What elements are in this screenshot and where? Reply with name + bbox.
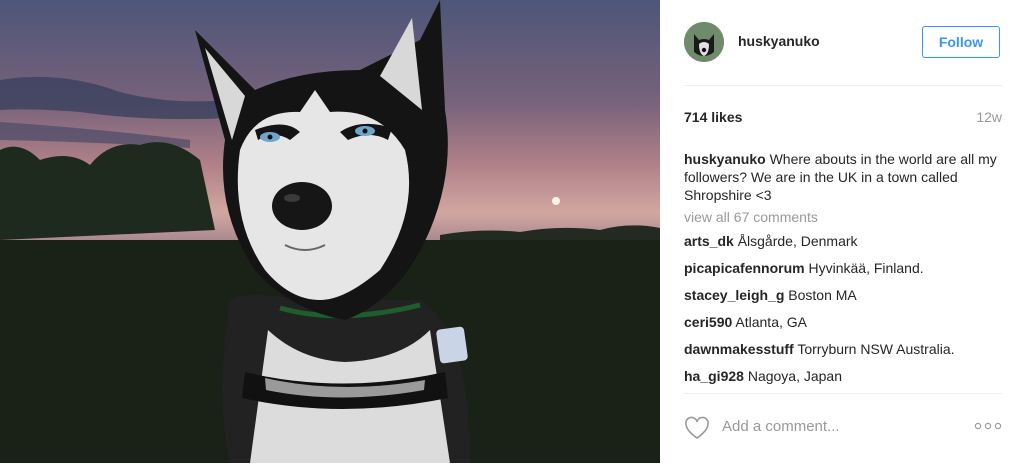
comment-item: dawnmakesstuff Torryburn NSW Australia. [684,340,1002,358]
comment-text: Ålsgårde, Denmark [733,233,858,249]
post-age[interactable]: 12w [976,109,1002,125]
avatar[interactable] [684,22,724,62]
post-header: huskyanuko Follow [684,0,1002,86]
comment-item: ha_gi928 Nagoya, Japan [684,367,1002,385]
avatar-image [684,22,724,62]
more-options-icon[interactable] [974,421,1002,431]
comment-text: Torryburn NSW Australia. [793,341,955,357]
comment-text: Boston MA [784,287,857,303]
post-actions: Add a comment... [684,393,1002,464]
follow-button[interactable]: Follow [922,26,1000,58]
husky-illustration [0,0,660,463]
comment-username[interactable]: dawnmakesstuff [684,341,794,357]
comment-username[interactable]: arts_dk [684,233,734,249]
comment-text: Hyvinkää, Finland. [804,260,924,276]
header-username[interactable]: huskyanuko [738,33,820,49]
comment-item: arts_dk Ålsgårde, Denmark [684,232,1002,250]
comment-username[interactable]: ceri590 [684,314,732,330]
comments-list[interactable]: huskyanuko Where abouts in the world are… [684,150,1002,390]
caption-username[interactable]: huskyanuko [684,151,766,167]
comment-username[interactable]: picapicafennorum [684,260,805,276]
post-sidebar: huskyanuko Follow 714 likes 12w huskyanu… [660,0,1024,463]
comment-text: Atlanta, GA [732,314,807,330]
heart-icon[interactable] [684,416,710,440]
comment-text: Nagoya, Japan [743,368,843,384]
post-photo[interactable] [0,0,660,463]
comment-item: picapicafennorum Hyvinkää, Finland. [684,259,1002,277]
comment-username[interactable]: ha_gi928 [684,368,744,384]
likes-count[interactable]: 714 likes [684,109,742,125]
comment-item: ceri590 Atlanta, GA [684,313,1002,331]
view-all-comments-link[interactable]: view all 67 comments [684,208,1002,226]
caption: huskyanuko Where abouts in the world are… [684,150,1002,204]
comment-item: stacey_leigh_g Boston MA [684,286,1002,304]
comment-username[interactable]: stacey_leigh_g [684,287,784,303]
add-comment-input[interactable]: Add a comment... [722,418,840,435]
